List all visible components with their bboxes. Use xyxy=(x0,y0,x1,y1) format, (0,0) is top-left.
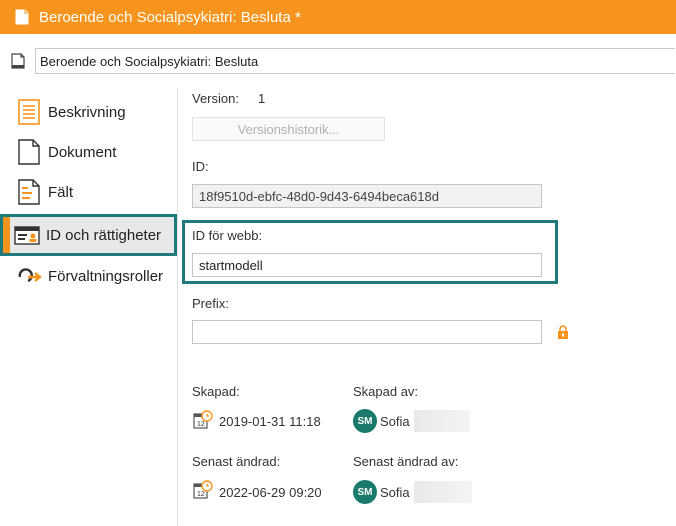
document-icon xyxy=(16,139,42,165)
prefix-label: Prefix: xyxy=(192,296,229,311)
roles-icon xyxy=(16,263,42,289)
id-label: ID: xyxy=(192,159,209,174)
calendar-clock-icon: 12 xyxy=(193,480,213,499)
sidebar-item-label: Dokument xyxy=(48,143,117,161)
sidebar: Beskrivning Dokument Fält ID och rättigh… xyxy=(0,92,177,296)
description-icon xyxy=(16,99,42,125)
prefix-input[interactable] xyxy=(192,320,542,344)
version-label: Version: xyxy=(192,91,239,106)
sidebar-item-id-och-rattigheter[interactable]: ID och rättigheter xyxy=(0,214,177,256)
sidebar-item-label: ID och rättigheter xyxy=(46,226,162,244)
document-bar: Beroende och Socialpsykiatri: Besluta xyxy=(0,46,676,76)
sidebar-item-dokument[interactable]: Dokument xyxy=(0,132,177,172)
calendar-clock-icon: 12 xyxy=(193,410,213,429)
sidebar-item-label: Beskrivning xyxy=(48,103,126,121)
title-bar: Beroende och Socialpsykiatri: Besluta * xyxy=(0,0,676,34)
modified-label: Senast ändrad: xyxy=(192,454,281,469)
divider xyxy=(177,88,178,526)
redacted-name xyxy=(414,481,472,503)
avatar: SM xyxy=(353,480,377,504)
created-value: 2019-01-31 11:18 xyxy=(219,414,321,429)
sidebar-item-falt[interactable]: Fält xyxy=(0,172,177,212)
modified-value: 2022-06-29 09:20 xyxy=(219,485,322,500)
svg-text:12: 12 xyxy=(197,491,205,498)
window-title: Beroende och Socialpsykiatri: Besluta * xyxy=(39,8,301,26)
created-by-name: Sofia xyxy=(380,414,410,429)
web-id-label: ID för webb: xyxy=(192,228,263,243)
web-id-input[interactable]: startmodell xyxy=(192,253,542,277)
id-field[interactable]: 18f9510d-ebfc-48d0-9d43-6494beca618d xyxy=(192,184,542,208)
modified-by-name: Sofia xyxy=(380,485,410,500)
sidebar-item-label: Förvaltningsroller xyxy=(48,267,164,285)
created-by-label: Skapad av: xyxy=(353,384,419,399)
modified-by-label: Senast ändrad av: xyxy=(353,454,459,469)
version-history-button[interactable]: Versionshistorik... xyxy=(192,117,385,141)
sidebar-item-label: Fält xyxy=(48,183,74,201)
avatar: SM xyxy=(353,409,377,433)
sidebar-item-beskrivning[interactable]: Beskrivning xyxy=(0,92,177,132)
lock-icon[interactable] xyxy=(557,325,569,339)
version-value: 1 xyxy=(258,91,266,106)
created-label: Skapad: xyxy=(192,384,240,399)
redacted-name xyxy=(414,410,470,432)
document-icon xyxy=(11,53,25,69)
svg-text:12: 12 xyxy=(197,421,205,428)
document-icon xyxy=(15,9,29,25)
sidebar-item-forvaltningsroller[interactable]: Förvaltningsroller xyxy=(0,256,177,296)
id-card-icon xyxy=(14,222,40,248)
fields-icon xyxy=(16,179,42,205)
document-name-field[interactable]: Beroende och Socialpsykiatri: Besluta xyxy=(35,48,675,74)
